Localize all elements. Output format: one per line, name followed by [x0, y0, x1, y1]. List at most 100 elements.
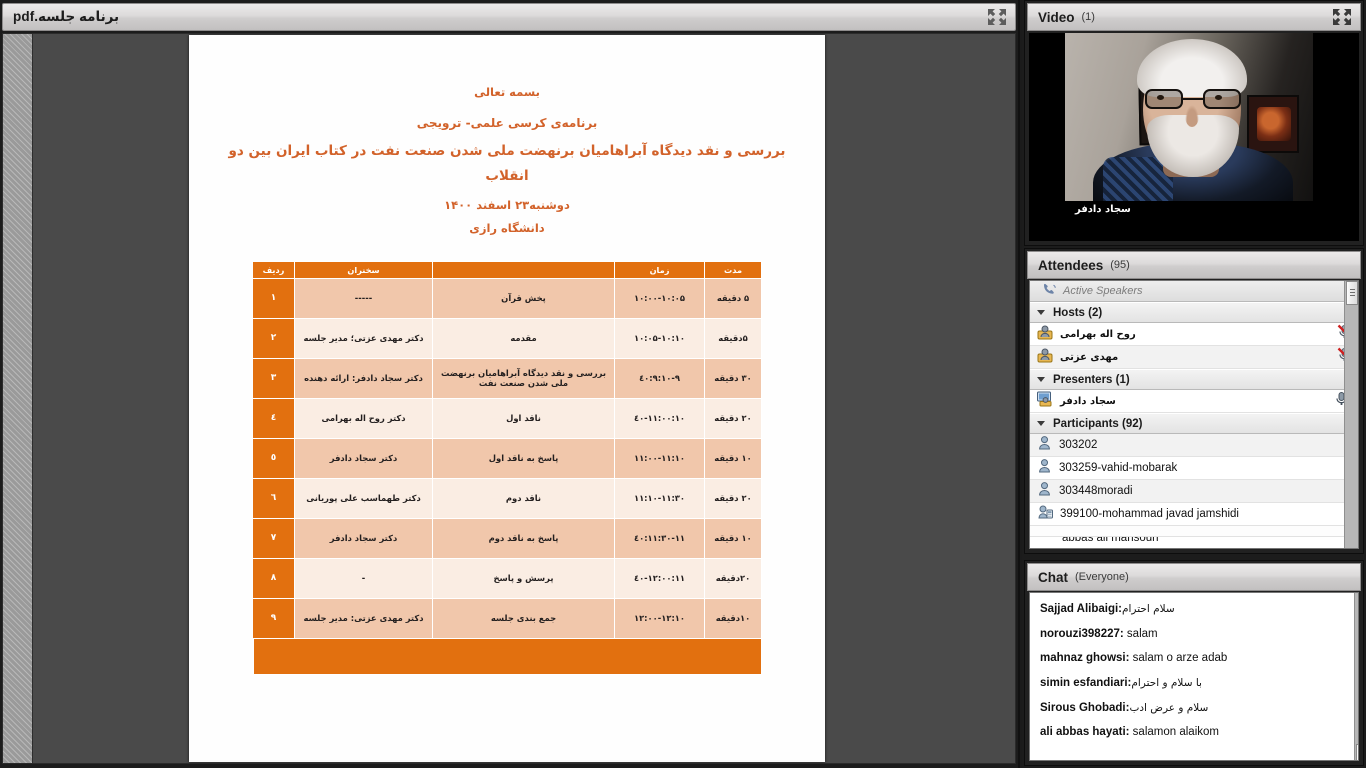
attendee-name: مهدی عزتی — [1060, 351, 1119, 363]
video-stage[interactable]: سجاد دادفر — [1029, 33, 1359, 241]
agenda-table: مدت زمان سخنران ردیف ۵ دقیقه ۱۰:۰۰-۱۰:۰۵ پ… — [252, 260, 762, 639]
pdf-date: دوشنبه۲۳ اسفند ۱۴۰۰ — [444, 197, 570, 212]
agenda-cell-duration: ۵ دقیقه — [704, 277, 762, 319]
active-speakers-label: Active Speakers — [1063, 285, 1143, 297]
agenda-cell-speaker: ----- — [294, 277, 433, 319]
attendee-row[interactable]: سجاد دادفر — [1030, 390, 1358, 413]
chevron-down-icon[interactable] — [1037, 310, 1045, 315]
agenda-row: ۱۰ دقیقه ۱۱:۰۰-۱۱:۱۰ پاسخ به ناقد اول دکتر … — [252, 437, 762, 479]
attendees-pod: Attendees (95) Active Speakers Hosts (2)… — [1024, 248, 1364, 554]
attendee-row[interactable]: 303202 — [1030, 434, 1358, 457]
pdf-header-block: بسمه تعالی برنامه‌ی کرسی علمی- ترویجی بر… — [189, 35, 825, 239]
chat-message-sender: mahnaz ghowsi: — [1040, 652, 1130, 665]
chevron-down-icon[interactable] — [1037, 421, 1045, 426]
chat-message-sender: Sajjad Alibaigi: — [1040, 603, 1123, 615]
chat-message-text: سلام و عرض ادب — [1129, 701, 1212, 714]
attendee-row[interactable]: 303259-vahid-mobarak — [1030, 457, 1358, 480]
agenda-cell-topic: ناقد اول — [432, 397, 615, 439]
active-speaker-icon — [1036, 283, 1057, 299]
agenda-cell-speaker: - — [294, 557, 433, 599]
participant-webcam-icon — [1037, 504, 1053, 525]
agenda-cell-topic: پرسش و پاسخ — [432, 557, 615, 599]
chat-pod-title: Chat — [1038, 569, 1068, 585]
attendees-pod-count: (95) — [1110, 259, 1130, 271]
pdf-page: بسمه تعالی برنامه‌ی کرسی علمی- ترویجی بر… — [189, 35, 825, 762]
share-pod-body: بسمه تعالی برنامه‌ی کرسی علمی- ترویجی بر… — [2, 33, 1016, 764]
agenda-cell-no: ۸ — [252, 557, 295, 599]
meeting-room: برنامه جلسه.pdf بسمه تعالی برنامه‌ی کرس — [0, 0, 1366, 768]
chat-message-list[interactable]: Sajjad Alibaigi: سلام احترام norouzi39822… — [1029, 592, 1359, 761]
agenda-row: ۵دقیقه ۱۰:۰۵-۱۰:۱۰ مقدمه دکتر مهدی عزتی؛ مد… — [252, 317, 762, 359]
video-pod-header: Video (1) — [1027, 3, 1361, 31]
chat-message-sender: ali abbas hayati: — [1040, 726, 1130, 739]
attendee-row[interactable]: 399100-mohammad javad jamshidi — [1030, 503, 1358, 526]
agenda-cell-duration: ۲۰دقیقه — [704, 557, 762, 599]
attendee-group-header[interactable]: Hosts (2) — [1030, 302, 1358, 323]
attendee-name: سجاد دادفر — [1060, 395, 1116, 407]
agenda-row: ۳۰ دقیقه ۹:۱۰-۹:٤۰ بررسی و نقد دیدگاه آبرا… — [252, 357, 762, 399]
agenda-cell-time: ۱۱:٤۰-۱۲:۰۰ — [614, 557, 705, 599]
agenda-cell-no: ۹ — [252, 597, 295, 639]
chat-message-text: با سلام و احترام — [1131, 676, 1206, 689]
chat-pod: Chat (Everyone) Sajjad Alibaigi: سلام اح… — [1024, 560, 1364, 766]
agenda-cell-time: ۱۱:۱۰-۱۱:۳۰ — [614, 477, 705, 519]
attendees-list[interactable]: Active Speakers Hosts (2) روح اله بهرامی م… — [1029, 280, 1359, 549]
pdf-university: دانشگاه رازی — [469, 220, 545, 235]
chat-pod-header: Chat (Everyone) — [1027, 563, 1361, 591]
attendee-row[interactable]: مهدی عزتی — [1030, 346, 1358, 369]
agenda-row: ۲۰ دقیقه ۱۱:۱۰-۱۱:۳۰ ناقد دوم دکتر طهماسب ع… — [252, 477, 762, 519]
agenda-cell-topic: پاسخ به ناقد اول — [432, 437, 615, 479]
agenda-cell-speaker: دکتر مهدی عزتی: مدیر جلسه — [294, 597, 433, 639]
chat-scrollbar-thumb[interactable] — [1356, 744, 1358, 760]
agenda-cell-topic: جمع بندی جلسه — [432, 597, 615, 639]
webcam-feed — [1065, 33, 1313, 201]
attendees-pod-title: Attendees — [1038, 257, 1104, 273]
agenda-cell-speaker: دکتر مهدی عزتی؛ مدیر جلسه — [294, 317, 433, 359]
panel-resize-handle[interactable] — [3, 34, 33, 763]
agenda-cell-speaker: دکتر روح اله بهرامی — [294, 397, 433, 439]
agenda-cell-no: ۱ — [252, 277, 295, 319]
agenda-cell-no: ٥ — [252, 437, 295, 479]
agenda-body: ۵ دقیقه ۱۰:۰۰-۱۰:۰۵ پخش قرآن ----- ۱ ۵دقیقه ۱۰… — [252, 277, 762, 639]
agenda-row: ۱۰دقیقه ۱۲:۰۰-۱۲:۱۰ جمع بندی جلسه دکتر مهدی… — [252, 597, 762, 639]
agenda-cell-speaker: دکتر سجاد دادفر — [294, 517, 433, 559]
attendee-row-partial[interactable]: abbas ali mansouri — [1030, 536, 1358, 548]
chat-message-sender: Sirous Ghobadi: — [1040, 701, 1130, 714]
header-time: زمان — [614, 260, 705, 279]
attendee-row[interactable]: روح اله بهرامی — [1030, 323, 1358, 346]
agenda-cell-no: ٦ — [252, 477, 295, 519]
chat-message-sender: simin esfandiari: — [1040, 676, 1132, 689]
chat-message-sender: norouzi398227: — [1040, 627, 1124, 640]
expand-icon[interactable] — [1332, 8, 1352, 26]
active-speakers-row: Active Speakers — [1030, 281, 1358, 302]
attendees-scrollbar-thumb[interactable] — [1346, 281, 1358, 305]
attendee-group-header[interactable]: Presenters (1) — [1030, 369, 1358, 390]
chat-message: mahnaz ghowsi: salam o arze adab — [1040, 652, 1348, 665]
attendee-row[interactable]: 303448moradi — [1030, 480, 1358, 503]
share-pod: برنامه جلسه.pdf بسمه تعالی برنامه‌ی کرس — [0, 0, 1020, 768]
video-pod: Video (1) سجاد دادفر — [1024, 0, 1364, 246]
agenda-row: ۲۰ دقیقه ۱۰:٤۰-۱۱:۰۰ ناقد اول دکتر روح اله … — [252, 397, 762, 439]
agenda-cell-no: ۷ — [252, 517, 295, 559]
agenda-row: ۵ دقیقه ۱۰:۰۰-۱۰:۰۵ پخش قرآن ----- ۱ — [252, 277, 762, 319]
video-pod-title: Video — [1038, 9, 1075, 25]
chat-message: ali abbas hayati: salamon alaikom — [1040, 726, 1348, 739]
attendees-pod-header: Attendees (95) — [1027, 251, 1361, 279]
scrollbar-grip — [1349, 288, 1355, 298]
agenda-cell-topic: بررسی و نقد دیدگاه آبراهامیان برنهضت ملی… — [432, 357, 615, 399]
chat-scrollbar[interactable] — [1354, 593, 1358, 760]
attendee-group-header[interactable]: Participants (92) — [1030, 413, 1358, 434]
chat-message: simin esfandiari: با سلام و احترام — [1040, 677, 1348, 690]
chat-message: norouzi398227: salam — [1040, 628, 1348, 641]
attendee-group-label: Presenters (1) — [1053, 373, 1130, 386]
chevron-down-icon[interactable] — [1037, 377, 1045, 382]
agenda-cell-time: ۱۱:۰۰-۱۱:۱۰ — [614, 437, 705, 479]
agenda-cell-duration: ۱۰ دقیقه — [704, 517, 762, 559]
header-speaker: سخنران — [294, 260, 433, 279]
attendee-name: 303259-vahid-mobarak — [1059, 462, 1178, 474]
chat-message-text: سلام احترام — [1122, 603, 1179, 615]
participant-icon — [1037, 481, 1052, 501]
expand-icon[interactable] — [987, 8, 1007, 26]
attendees-scrollbar[interactable] — [1344, 281, 1358, 548]
header-duration: مدت — [704, 260, 762, 279]
